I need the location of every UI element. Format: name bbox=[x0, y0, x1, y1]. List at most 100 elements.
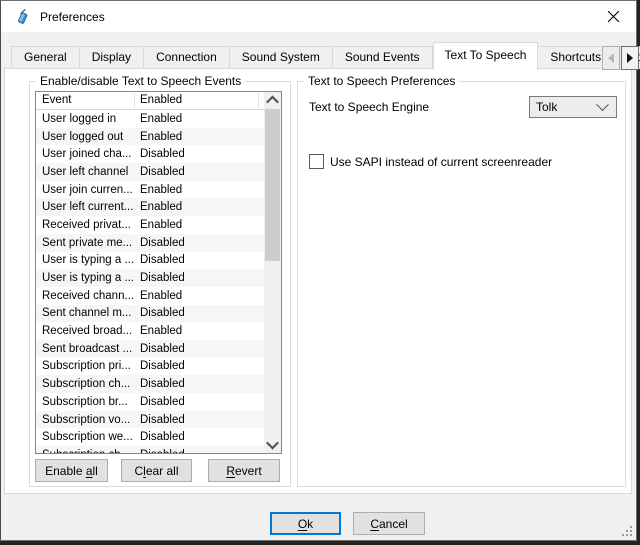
event-cell: Received chann... bbox=[36, 290, 140, 302]
tab-strip: GeneralDisplayConnectionSound SystemSoun… bbox=[11, 42, 640, 70]
label-part: ear all bbox=[146, 464, 179, 478]
list-scrollbar[interactable] bbox=[264, 92, 281, 453]
enabled-cell: Disabled bbox=[140, 449, 264, 453]
preferences-window: Preferences GeneralDisplayConnectionSoun… bbox=[0, 0, 637, 541]
event-cell: Received broad... bbox=[36, 325, 140, 337]
enabled-cell: Enabled bbox=[140, 219, 264, 231]
tab-scroll-right-button[interactable] bbox=[621, 46, 639, 70]
label-part: Enable bbox=[45, 464, 86, 478]
list-row[interactable]: User joined cha...Disabled bbox=[36, 145, 264, 163]
event-cell: User is typing a ... bbox=[36, 272, 140, 284]
event-cell: Subscription ch... bbox=[36, 378, 140, 390]
list-row[interactable]: Sent channel m...Disabled bbox=[36, 305, 264, 323]
enabled-cell: Enabled bbox=[140, 184, 264, 196]
sapi-checkbox-label[interactable]: Use SAPI instead of current screenreader bbox=[330, 155, 552, 169]
column-header-event[interactable]: Event bbox=[36, 92, 140, 109]
event-cell: Subscription ch... bbox=[36, 449, 140, 453]
sapi-checkbox-row: Use SAPI instead of current screenreader bbox=[309, 154, 552, 169]
column-separator[interactable] bbox=[134, 93, 135, 108]
enabled-cell: Enabled bbox=[140, 325, 264, 337]
event-cell: User join curren... bbox=[36, 184, 140, 196]
list-row[interactable]: Subscription ch...Disabled bbox=[36, 446, 264, 453]
list-row[interactable]: Subscription pri...Disabled bbox=[36, 358, 264, 376]
tab-general[interactable]: General bbox=[11, 46, 80, 69]
column-header-enabled[interactable]: Enabled bbox=[140, 92, 264, 109]
event-cell: Sent private me... bbox=[36, 237, 140, 249]
enable-all-button[interactable]: Enable all bbox=[35, 459, 108, 482]
enabled-cell: Disabled bbox=[140, 166, 264, 178]
list-row[interactable]: User left current...Enabled bbox=[36, 198, 264, 216]
list-row[interactable]: Subscription we...Disabled bbox=[36, 428, 264, 446]
list-row[interactable]: Received privat...Enabled bbox=[36, 216, 264, 234]
event-cell: User left channel bbox=[36, 166, 140, 178]
group-tts-events-title: Enable/disable Text to Speech Events bbox=[36, 74, 245, 88]
tab-text-to-speech[interactable]: Text To Speech bbox=[433, 42, 539, 70]
close-icon bbox=[607, 10, 620, 23]
event-cell: User logged out bbox=[36, 131, 140, 143]
tab-scroll-left-button[interactable] bbox=[602, 46, 620, 70]
tts-engine-value: Tolk bbox=[530, 100, 598, 114]
list-body: User logged inEnabledUser logged outEnab… bbox=[36, 110, 264, 453]
list-row[interactable]: User join curren...Enabled bbox=[36, 181, 264, 199]
scroll-left-icon bbox=[608, 53, 614, 63]
close-button[interactable] bbox=[591, 1, 636, 32]
list-row[interactable]: Sent broadcast ...Disabled bbox=[36, 340, 264, 358]
tab-sound-events[interactable]: Sound Events bbox=[333, 46, 433, 69]
event-cell: Sent broadcast ... bbox=[36, 343, 140, 355]
sapi-checkbox[interactable] bbox=[309, 154, 324, 169]
cancel-button[interactable]: Cancel bbox=[353, 512, 425, 535]
clear-all-button[interactable]: Clear all bbox=[121, 459, 192, 482]
list-row[interactable]: User logged inEnabled bbox=[36, 110, 264, 128]
event-cell: User logged in bbox=[36, 113, 140, 125]
list-row[interactable]: Subscription br...Disabled bbox=[36, 393, 264, 411]
list-row[interactable]: Subscription vo...Disabled bbox=[36, 411, 264, 429]
event-cell: Subscription vo... bbox=[36, 414, 140, 426]
column-separator[interactable] bbox=[258, 93, 259, 108]
tab-connection[interactable]: Connection bbox=[144, 46, 230, 69]
event-cell: User joined cha... bbox=[36, 148, 140, 160]
resize-grip[interactable] bbox=[622, 526, 632, 536]
ok-button[interactable]: Ok bbox=[270, 512, 341, 535]
list-row[interactable]: Received chann...Enabled bbox=[36, 287, 264, 305]
event-cell: Subscription pri... bbox=[36, 360, 140, 372]
event-cell: User is typing a ... bbox=[36, 254, 140, 266]
scrollbar-up-button[interactable] bbox=[264, 92, 281, 109]
list-row[interactable]: User logged outEnabled bbox=[36, 128, 264, 146]
label-part: R bbox=[226, 464, 235, 478]
group-tts-preferences-title: Text to Speech Preferences bbox=[304, 74, 459, 88]
list-row[interactable]: User is typing a ...Disabled bbox=[36, 269, 264, 287]
tts-engine-combobox[interactable]: Tolk bbox=[529, 96, 617, 118]
enabled-cell: Disabled bbox=[140, 272, 264, 284]
chevron-up-icon bbox=[266, 96, 279, 109]
enabled-cell: Disabled bbox=[140, 378, 264, 390]
event-cell: Sent channel m... bbox=[36, 307, 140, 319]
label-part: k bbox=[307, 517, 313, 531]
list-row[interactable]: User left channelDisabled bbox=[36, 163, 264, 181]
list-row[interactable]: Subscription ch...Disabled bbox=[36, 375, 264, 393]
scrollbar-down-button[interactable] bbox=[264, 436, 281, 453]
tab-sound-system[interactable]: Sound System bbox=[230, 46, 333, 69]
list-row[interactable]: Received broad...Enabled bbox=[36, 322, 264, 340]
enabled-cell: Disabled bbox=[140, 237, 264, 249]
list-header: Event Enabled bbox=[36, 92, 264, 110]
list-row[interactable]: Sent private me...Disabled bbox=[36, 234, 264, 252]
enabled-cell: Disabled bbox=[140, 414, 264, 426]
chevron-down-icon bbox=[266, 437, 279, 450]
scrollbar-thumb[interactable] bbox=[265, 109, 280, 261]
event-cell: Subscription br... bbox=[36, 396, 140, 408]
enabled-cell: Disabled bbox=[140, 254, 264, 266]
event-cell: Subscription we... bbox=[36, 431, 140, 443]
label-part: O bbox=[298, 517, 307, 531]
label-part: C bbox=[370, 517, 379, 531]
enabled-cell: Disabled bbox=[140, 396, 264, 408]
event-cell: User left current... bbox=[36, 201, 140, 213]
label-part: ll bbox=[93, 464, 98, 478]
list-row[interactable]: User is typing a ...Disabled bbox=[36, 252, 264, 270]
enabled-cell: Enabled bbox=[140, 113, 264, 125]
revert-button[interactable]: Revert bbox=[208, 459, 280, 482]
tab-display[interactable]: Display bbox=[80, 46, 144, 69]
label-part: C bbox=[134, 464, 143, 478]
tts-engine-label: Text to Speech Engine bbox=[309, 96, 429, 118]
app-icon bbox=[14, 8, 31, 25]
tts-events-list[interactable]: Event Enabled User logged inEnabledUser … bbox=[35, 91, 282, 454]
